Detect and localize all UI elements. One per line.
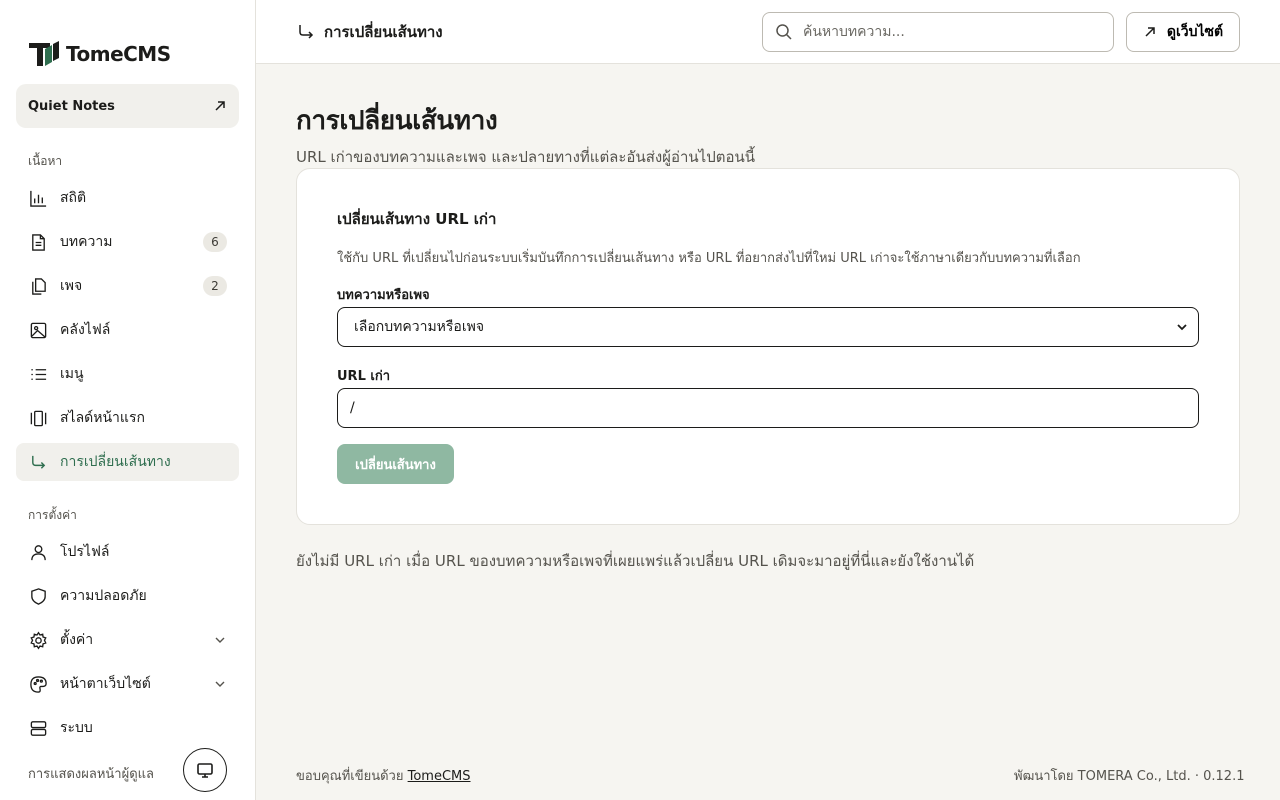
section-label-content: เนื้อหา [28,154,63,168]
sidebar-item-security[interactable]: ความปลอดภัย [16,577,239,615]
target-select-value: เลือกบทความหรือเพจ [354,319,485,335]
palette-icon [28,674,48,694]
sidebar-item-media[interactable]: คลังไฟล์ [16,311,239,349]
image-icon [28,320,48,340]
sidebar-item-label: โปรไฟล์ [60,544,110,560]
site-name: Quiet Notes [28,98,115,114]
sidebar-item-label: การเปลี่ยนเส้นทาง [60,454,171,470]
sidebar-item-slides[interactable]: สไลด์หน้าแรก [16,399,239,437]
search-icon [776,24,792,40]
sidebar-item-label: คลังไฟล์ [60,322,111,338]
sidebar: TomeCMS Quiet Notes เนื้อหา สถิติ บทความ… [0,0,256,800]
breadcrumb-current: การเปลี่ยนเส้นทาง [324,23,443,41]
sidebar-item-profile[interactable]: โปรไฟล์ [16,533,239,571]
pages-icon [28,276,48,296]
shield-icon [28,586,48,606]
card-title: เปลี่ยนเส้นทาง URL เก่า [337,210,497,228]
page-title: การเปลี่ยนเส้นทาง [296,106,498,136]
sidebar-item-redirects[interactable]: การเปลี่ยนเส้นทาง [16,443,239,481]
view-site-button[interactable]: ดูเว็บไซต์ [1126,12,1240,52]
page-subtitle: URL เก่าของบทความและเพจ และปลายทางที่แต่… [296,148,755,166]
sidebar-item-appearance[interactable]: หน้าตาเว็บไซต์ [16,665,239,703]
old-url-label: URL เก่า [337,369,390,384]
gear-icon [28,630,48,650]
external-arrow-icon [215,101,225,111]
sidebar-item-label: ความปลอดภัย [60,588,147,604]
topbar: การเปลี่ยนเส้นทาง ดูเว็บไซต์ [256,0,1280,64]
section-label-settings: การตั้งค่า [28,508,77,522]
sidebar-item-label: ระบบ [60,720,93,736]
sidebar-item-label: เมนู [60,366,84,382]
document-icon [28,232,48,252]
server-icon [28,718,48,738]
sidebar-item-label: บทความ [60,234,113,250]
target-label: บทความหรือเพจ [337,288,430,303]
sidebar-item-label: เพจ [60,278,83,294]
chevron-down-icon [215,681,225,687]
redirect-icon [299,25,314,39]
redirect-icon [28,452,48,472]
sidebar-item-stats[interactable]: สถิติ [16,179,239,217]
sidebar-item-label: สไลด์หน้าแรก [60,410,145,426]
bar-chart-icon [28,188,48,208]
old-url-input[interactable] [337,388,1199,428]
chevron-down-icon [215,637,225,643]
breadcrumb: การเปลี่ยนเส้นทาง [296,20,443,44]
sidebar-item-pages[interactable]: เพจ 2 [16,267,239,305]
list-icon [28,364,48,384]
footer-credit: ขอบคุณที่เขียนด้วย TomeCMS [296,765,471,786]
footer-thanks: ขอบคุณที่เขียนด้วย [296,769,404,784]
empty-state-note: ยังไม่มี URL เก่า เมื่อ URL ของบทความหรื… [296,552,975,570]
redirect-form-card: เปลี่ยนเส้นทาง URL เก่า ใช้กับ URL ที่เป… [296,168,1240,525]
redirect-submit-button[interactable]: เปลี่ยนเส้นทาง [337,444,454,484]
sidebar-item-label: ตั้งค่า [60,632,94,648]
target-select[interactable]: เลือกบทความหรือเพจ [337,307,1199,347]
search-input[interactable] [803,24,1101,40]
count-badge: 2 [203,276,227,296]
external-arrow-icon [1145,27,1155,37]
view-site-label: ดูเว็บไซต์ [1166,23,1224,39]
slides-icon [28,408,48,428]
sidebar-item-system[interactable]: ระบบ [16,709,239,747]
user-icon [28,542,48,562]
logo[interactable]: TomeCMS [28,40,171,68]
footer-tomecms-link[interactable]: TomeCMS [408,769,471,784]
site-switcher[interactable]: Quiet Notes [16,84,239,128]
footer-developer: พัฒนาโดย TOMERA Co., Ltd. · 0.12.1 [1014,769,1245,784]
sidebar-item-settings[interactable]: ตั้งค่า [16,621,239,659]
admin-view-label: การแสดงผลหน้าผู้ดูแล [28,767,155,782]
sidebar-item-label: หน้าตาเว็บไซต์ [60,676,151,692]
tome-logo-icon [29,41,59,66]
search-box[interactable] [762,12,1114,52]
admin-view-toggle[interactable] [183,748,227,792]
monitor-icon [197,763,213,778]
chevron-down-icon [1177,324,1187,331]
sidebar-item-posts[interactable]: บทความ 6 [16,223,239,261]
sidebar-item-label: สถิติ [60,190,87,206]
sidebar-item-menus[interactable]: เมนู [16,355,239,393]
card-description: ใช้กับ URL ที่เปลี่ยนไปก่อนระบบเริ่มบันท… [337,251,1081,266]
brand-name: TomeCMS [66,42,171,66]
count-badge: 6 [203,232,227,252]
